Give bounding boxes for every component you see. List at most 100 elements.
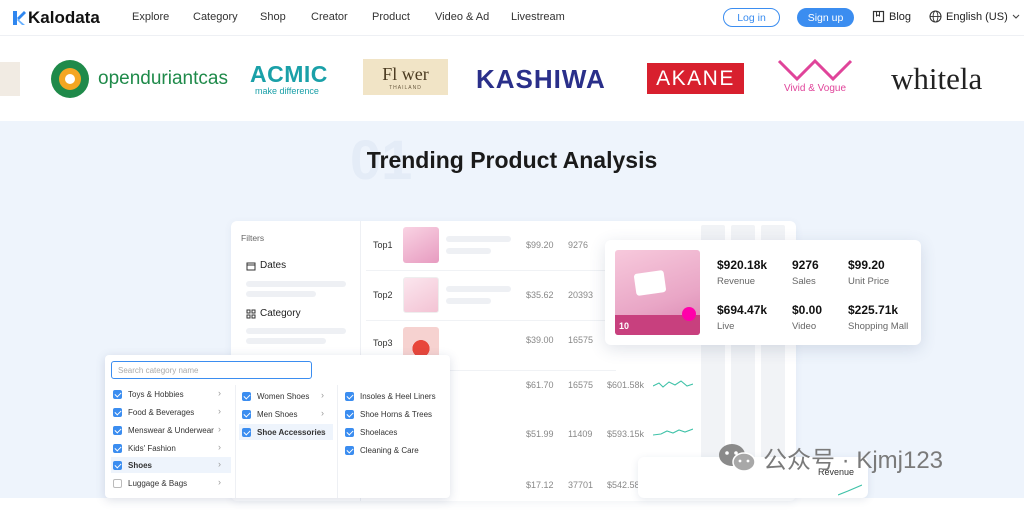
brand-vivid-vogue: Vivid & Vogue bbox=[773, 57, 857, 94]
row-sales: 20393 bbox=[568, 290, 594, 300]
book-icon bbox=[872, 10, 885, 23]
category-insoles[interactable]: Insoles & Heel Liners bbox=[345, 388, 436, 404]
category-shoe-horns[interactable]: Shoe Horns & Trees bbox=[345, 406, 432, 422]
calendar-icon bbox=[246, 262, 256, 270]
table-row[interactable]: Top2 $35.62 20393 bbox=[366, 271, 616, 321]
category-search-input[interactable]: Search category name bbox=[111, 361, 312, 379]
table-row[interactable]: Top1 $99.20 9276 bbox=[366, 221, 616, 271]
stat-sales: 9276 Sales bbox=[792, 258, 819, 287]
nav-explore[interactable]: Explore bbox=[132, 11, 169, 23]
signup-button[interactable]: Sign up bbox=[797, 8, 854, 27]
logo-text: Kalodata bbox=[28, 8, 100, 27]
table-row[interactable]: $51.99 11409 $593.15k bbox=[450, 410, 700, 460]
row-sales: 16575 bbox=[568, 380, 594, 390]
wechat-watermark: 公众号 · Kjmj123 bbox=[717, 440, 943, 475]
checkbox[interactable] bbox=[113, 478, 122, 488]
nav-category[interactable]: Category bbox=[193, 11, 238, 23]
brand-flower: Fl wer THAILAND bbox=[363, 59, 448, 95]
brand-kashiwa: KASHIWA bbox=[476, 64, 606, 95]
brand-opendurian-text: openduriantcas bbox=[98, 68, 228, 89]
stat-video: $0.00 Video bbox=[792, 303, 823, 332]
category-women-shoes[interactable]: Women Shoes bbox=[242, 388, 309, 404]
brand-opendurian: openduriantcas bbox=[48, 57, 228, 101]
brand-acmic-tagline: make difference bbox=[255, 86, 319, 96]
category-toys-hobbies[interactable]: Toys & Hobbies bbox=[113, 386, 184, 402]
nav-video-ad[interactable]: Video & Ad bbox=[435, 11, 489, 23]
login-button[interactable]: Log in bbox=[723, 8, 780, 27]
filters-heading: Filters bbox=[241, 233, 265, 243]
checkbox[interactable] bbox=[242, 391, 251, 401]
filter-dates-label: Dates bbox=[260, 260, 287, 271]
trend-line bbox=[838, 484, 862, 496]
category-menswear[interactable]: Menswear & Underwear bbox=[113, 422, 214, 438]
checkbox[interactable] bbox=[345, 445, 354, 455]
brand-whitelab-text: whitela bbox=[891, 61, 983, 96]
row-rank: Top1 bbox=[373, 240, 393, 250]
category-shoelaces[interactable]: Shoelaces bbox=[345, 424, 397, 440]
blog-label: Blog bbox=[889, 10, 912, 23]
category-shoes[interactable]: Shoes bbox=[111, 457, 231, 473]
brand-logo-strip: openduriantcas ACMIC make difference Fl … bbox=[0, 37, 1024, 121]
checkbox[interactable] bbox=[242, 409, 251, 419]
stat-revenue: $920.18k Revenue bbox=[717, 258, 768, 287]
stat-unit-price: $99.20 Unit Price bbox=[848, 258, 890, 287]
category-luggage-bags[interactable]: Luggage & Bags bbox=[113, 475, 187, 491]
stat-shopping-mall: $225.71k Shopping Mall bbox=[848, 303, 909, 332]
category-kids-fashion[interactable]: Kids' Fashion bbox=[113, 440, 176, 456]
category-cleaning-care[interactable]: Cleaning & Care bbox=[345, 442, 419, 458]
checkbox[interactable] bbox=[113, 407, 122, 417]
row-sales: 11409 bbox=[568, 429, 593, 439]
nav-shop[interactable]: Shop bbox=[260, 11, 286, 23]
blog-link[interactable]: Blog bbox=[872, 10, 911, 23]
chevron-right-icon: › bbox=[321, 426, 324, 436]
kalodata-logo-icon bbox=[13, 11, 26, 25]
language-label: English (US) bbox=[946, 10, 1008, 23]
kalodata-logo[interactable]: Kalodata bbox=[12, 8, 100, 28]
stat-live: $694.47k Live bbox=[717, 303, 768, 332]
table-row[interactable]: $61.70 16575 $601.58k bbox=[450, 361, 700, 411]
category-men-shoes[interactable]: Men Shoes bbox=[242, 406, 297, 422]
category-selector-panel: Search category name Toys & Hobbies › Fo… bbox=[105, 355, 450, 498]
checkbox[interactable] bbox=[113, 443, 122, 453]
filter-category-label: Category bbox=[260, 308, 301, 319]
chevron-right-icon: › bbox=[218, 388, 221, 398]
row-price: $61.70 bbox=[526, 380, 554, 390]
checkbox[interactable] bbox=[242, 427, 251, 437]
checkbox[interactable] bbox=[345, 409, 354, 419]
product-image-badge: 10 bbox=[619, 321, 630, 331]
row-price: $39.00 bbox=[526, 335, 554, 345]
brand-akane-text: AKANE bbox=[656, 66, 735, 90]
chevron-right-icon: › bbox=[218, 477, 221, 487]
filter-dates[interactable]: Dates bbox=[246, 260, 286, 271]
checkbox[interactable] bbox=[345, 427, 354, 437]
brand-akane: AKANE bbox=[647, 63, 744, 94]
brand-flower-text: Fl wer bbox=[382, 63, 429, 84]
wechat-icon bbox=[719, 443, 756, 472]
section-title: Trending Product Analysis bbox=[366, 147, 658, 173]
checkbox[interactable] bbox=[113, 389, 122, 399]
row-revenue: $542.58 bbox=[607, 480, 640, 490]
chevron-down-icon bbox=[1012, 14, 1020, 19]
nav-livestream[interactable]: Livestream bbox=[511, 11, 565, 23]
row-price: $99.20 bbox=[526, 240, 554, 250]
product-detail-card: 10 $920.18k Revenue 9276 Sales $99.20 Unit … bbox=[605, 240, 921, 345]
filter-category[interactable]: Category bbox=[246, 308, 301, 319]
category-food-beverages[interactable]: Food & Beverages bbox=[113, 404, 194, 420]
nav-product[interactable]: Product bbox=[372, 11, 410, 23]
checkbox[interactable] bbox=[113, 460, 122, 470]
trend-sparkline bbox=[653, 380, 693, 388]
durian-logo-icon bbox=[51, 60, 89, 98]
checkbox[interactable] bbox=[113, 425, 122, 435]
table-row[interactable]: $17.12 37701 $542.58 bbox=[450, 460, 650, 510]
checkbox[interactable] bbox=[345, 391, 354, 401]
chevron-right-icon: › bbox=[321, 390, 324, 400]
chevron-right-icon: › bbox=[321, 408, 324, 418]
category-shoe-accessories[interactable]: Shoe Accessories bbox=[239, 424, 333, 440]
chevron-right-icon: › bbox=[218, 406, 221, 416]
language-selector[interactable]: English (US) bbox=[929, 10, 1020, 23]
brand-acmic: ACMIC make difference bbox=[250, 61, 328, 96]
chevron-right-icon: › bbox=[218, 424, 221, 434]
trend-sparkline bbox=[653, 428, 693, 436]
nav-creator[interactable]: Creator bbox=[311, 11, 348, 23]
row-price: $51.99 bbox=[526, 429, 554, 439]
